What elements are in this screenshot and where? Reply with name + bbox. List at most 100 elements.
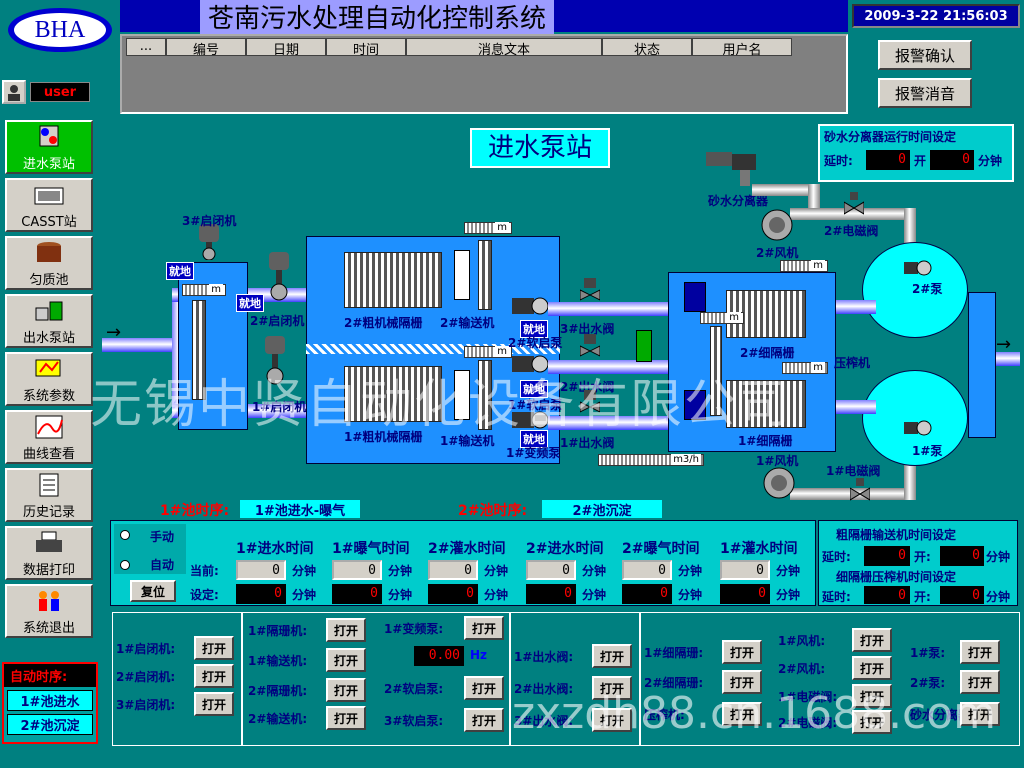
fine-screen-2-label: 2#细隔栅 (740, 346, 795, 360)
auto-radio[interactable] (120, 560, 130, 570)
timing-col-header: 2#曝气时间 (622, 541, 700, 557)
open-button[interactable]: 打开 (464, 708, 504, 732)
pool1-timing-value: 1#池进水-曝气 (240, 500, 360, 519)
screen-open-label-1: 开: (914, 550, 931, 564)
timing-current-value: 0 (236, 560, 286, 580)
outlet-pipe-3 (548, 302, 672, 316)
soft-start-pump-2[interactable] (512, 294, 549, 318)
open-button[interactable]: 打开 (464, 616, 504, 640)
sand-delay-label: 延时: (824, 154, 853, 168)
nav-history[interactable]: 历史记录 (5, 468, 93, 522)
col-date[interactable]: 日期 (246, 38, 326, 58)
fan-2-label: 2#风机 (756, 246, 799, 260)
solenoid-1-icon[interactable] (849, 478, 871, 504)
open-button[interactable]: 打开 (194, 692, 234, 716)
control-label: 1#输送机: (248, 654, 308, 668)
open-button[interactable]: 打开 (326, 618, 366, 642)
unit-flow: m3/h (671, 454, 701, 465)
nav-label: 数据打印 (22, 563, 75, 578)
solenoid-2-icon[interactable] (843, 192, 865, 218)
gate2-icon[interactable] (266, 252, 292, 302)
alarm-confirm-button[interactable]: 报警确认 (878, 40, 972, 70)
open-button[interactable]: 打开 (326, 706, 366, 730)
manual-radio[interactable] (120, 530, 130, 540)
col-id[interactable]: 编号 (166, 38, 246, 58)
open-button[interactable]: 打开 (852, 628, 892, 652)
nav-casst[interactable]: CASST站 (5, 178, 93, 232)
screen-unit-label-2: 分钟 (986, 590, 1011, 604)
alarm-silence-button[interactable]: 报警消音 (878, 78, 972, 108)
pump-1-icon[interactable] (904, 418, 932, 438)
nav-curve-view[interactable]: 曲线查看 (5, 410, 93, 464)
open-button[interactable]: 打开 (326, 648, 366, 672)
col-user[interactable]: 用户名 (692, 38, 792, 58)
conveyor-2-label: 2#输送机 (440, 316, 495, 330)
col-time[interactable]: 时间 (326, 38, 406, 58)
control-label: 2#启闭机: (116, 670, 176, 684)
open-button[interactable]: 打开 (592, 644, 632, 668)
open-button[interactable]: 打开 (852, 656, 892, 680)
reset-button[interactable]: 复位 (130, 580, 176, 602)
valve-2-icon[interactable] (579, 334, 601, 358)
vfd-frequency-value: 0.00 (414, 646, 464, 666)
control-label: 1#启闭机: (116, 642, 176, 656)
screen-open-label-2: 开: (914, 590, 931, 604)
open-button[interactable]: 打开 (960, 640, 1000, 664)
screen-delay-value-1[interactable]: 0 (864, 546, 910, 566)
watermark-site: zxzdh88.cn.1688.com (512, 688, 997, 739)
nav-system-params[interactable]: 系统参数 (5, 352, 93, 406)
timing-set-value[interactable]: 0 (236, 584, 286, 604)
timing-set-value[interactable]: 0 (428, 584, 478, 604)
pump-1-label: 1#泵 (912, 444, 943, 458)
unit-m: m (727, 312, 741, 323)
screen-open-value-2[interactable]: 0 (940, 586, 984, 604)
col-status[interactable]: 状态 (602, 38, 692, 58)
col-more[interactable]: ... (126, 38, 166, 56)
sand-separator-timer-panel: 砂水分离器运行时间设定 延时: 0 开 0 分钟 (818, 124, 1014, 182)
outlet-arrow: → (996, 334, 1012, 355)
timing-unit: 分钟 (484, 564, 509, 578)
pump-2-icon[interactable] (904, 258, 932, 278)
open-button[interactable]: 打开 (722, 640, 762, 664)
control-label: 2#软启泵: (384, 682, 444, 696)
fan-1-icon[interactable] (762, 466, 796, 500)
control-label: 1#风机: (778, 634, 826, 648)
alarm-table[interactable]: ... 编号 日期 时间 消息文本 状态 用户名 (120, 34, 848, 114)
timing-unit: 分钟 (388, 588, 413, 602)
press-label: 压榨机 (834, 356, 871, 370)
pump-2-label: 2#泵 (912, 282, 943, 296)
sand-separator-icon[interactable] (706, 152, 758, 188)
sand-open-label: 开 (914, 154, 927, 168)
timing-set-value[interactable]: 0 (332, 584, 382, 604)
open-button[interactable]: 打开 (194, 664, 234, 688)
curve-icon (35, 415, 63, 439)
col-message[interactable]: 消息文本 (406, 38, 602, 58)
sand-open-value[interactable]: 0 (930, 150, 974, 170)
open-button[interactable]: 打开 (194, 636, 234, 660)
timing-set-value[interactable]: 0 (622, 584, 672, 604)
timing-current-value: 0 (526, 560, 576, 580)
timing-set-value[interactable]: 0 (720, 584, 770, 604)
screen-delay-value-2[interactable]: 0 (864, 586, 910, 604)
nav-label: 匀质池 (29, 273, 69, 288)
timing-set-value[interactable]: 0 (526, 584, 576, 604)
nav-inlet-pump[interactable]: 进水泵站 (5, 120, 93, 174)
gate3-icon[interactable] (196, 224, 222, 261)
valve-3-icon[interactable] (579, 278, 601, 302)
nav-exit[interactable]: 系统退出 (5, 584, 93, 638)
screen-open-value-1[interactable]: 0 (940, 546, 984, 566)
conveyor-2-icon[interactable] (454, 250, 470, 300)
timing-unit: 分钟 (292, 564, 317, 578)
control-label: 3#启闭机: (116, 698, 176, 712)
fan-2-icon[interactable] (760, 208, 794, 242)
gate3-label: 3#启闭机 (182, 214, 237, 228)
sand-delay-value[interactable]: 0 (866, 150, 910, 170)
open-button[interactable]: 打开 (326, 678, 366, 702)
coarse-screen-2-label: 2#粗机械隔栅 (344, 316, 423, 330)
nav-print[interactable]: 数据打印 (5, 526, 93, 580)
printer-icon (36, 531, 62, 552)
open-button[interactable]: 打开 (464, 676, 504, 700)
nav-outlet-pump[interactable]: 出水泵站 (5, 294, 93, 348)
logo-text: BHA (34, 16, 86, 43)
nav-homogenization[interactable]: 匀质池 (5, 236, 93, 290)
